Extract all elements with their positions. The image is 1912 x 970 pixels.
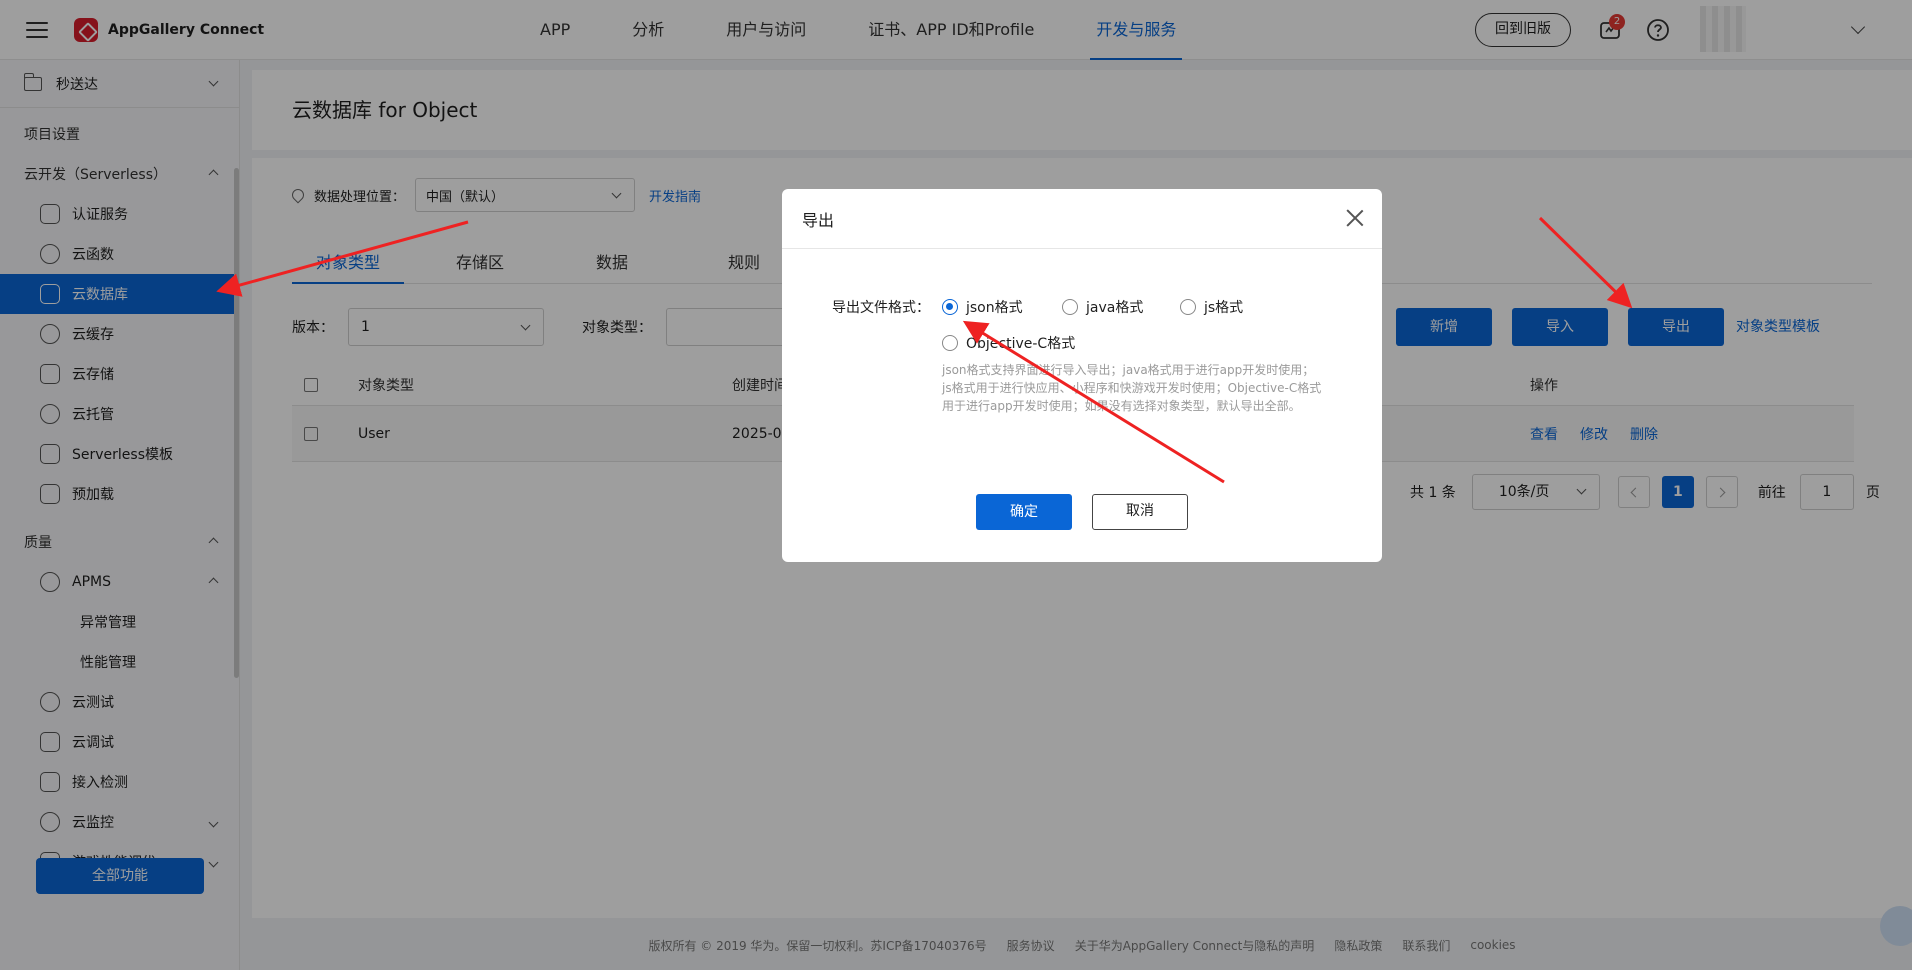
radio-java[interactable]: java格式 <box>1062 297 1143 317</box>
radio-icon <box>1062 299 1078 315</box>
radio-js[interactable]: js格式 <box>1180 297 1243 317</box>
format-label: 导出文件格式： <box>832 300 930 316</box>
close-icon[interactable] <box>1346 209 1364 227</box>
radio-label: Objective-C格式 <box>966 336 1076 352</box>
radio-objective-c[interactable]: Objective-C格式 <box>942 333 1075 353</box>
radio-checked-icon <box>942 299 958 315</box>
radio-label: js格式 <box>1204 300 1244 316</box>
cancel-button[interactable]: 取消 <box>1092 494 1188 530</box>
radio-icon <box>1180 299 1196 315</box>
radio-json[interactable]: json格式 <box>942 297 1023 317</box>
format-hint: json格式支持界面进行导入导出；java格式用于进行app开发时使用；js格式… <box>942 363 1322 413</box>
confirm-button[interactable]: 确定 <box>976 494 1072 530</box>
dialog-title: 导出 <box>802 210 835 230</box>
export-dialog: 导出 导出文件格式： json格式 java格式 js格式 Objective-… <box>782 189 1382 562</box>
radio-label: json格式 <box>966 300 1023 316</box>
dialog-header: 导出 <box>782 189 1382 249</box>
radio-label: java格式 <box>1086 300 1144 316</box>
radio-icon <box>942 335 958 351</box>
